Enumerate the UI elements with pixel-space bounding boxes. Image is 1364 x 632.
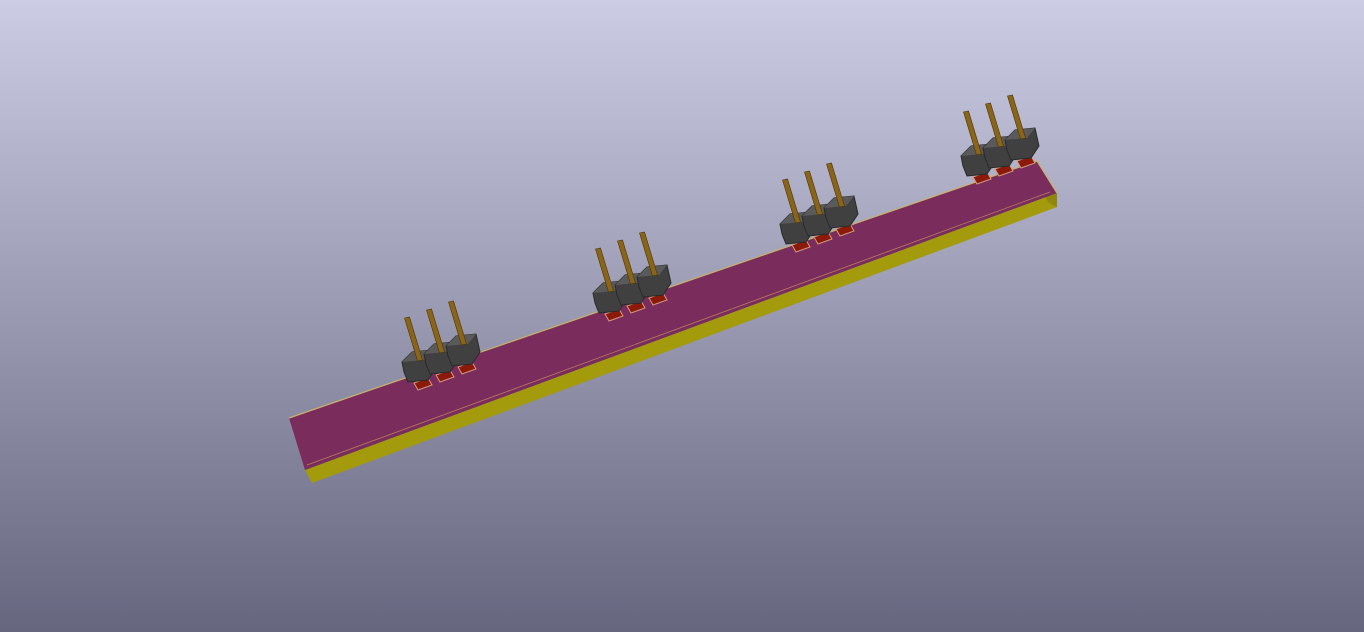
3d-viewport[interactable] — [0, 0, 1364, 632]
